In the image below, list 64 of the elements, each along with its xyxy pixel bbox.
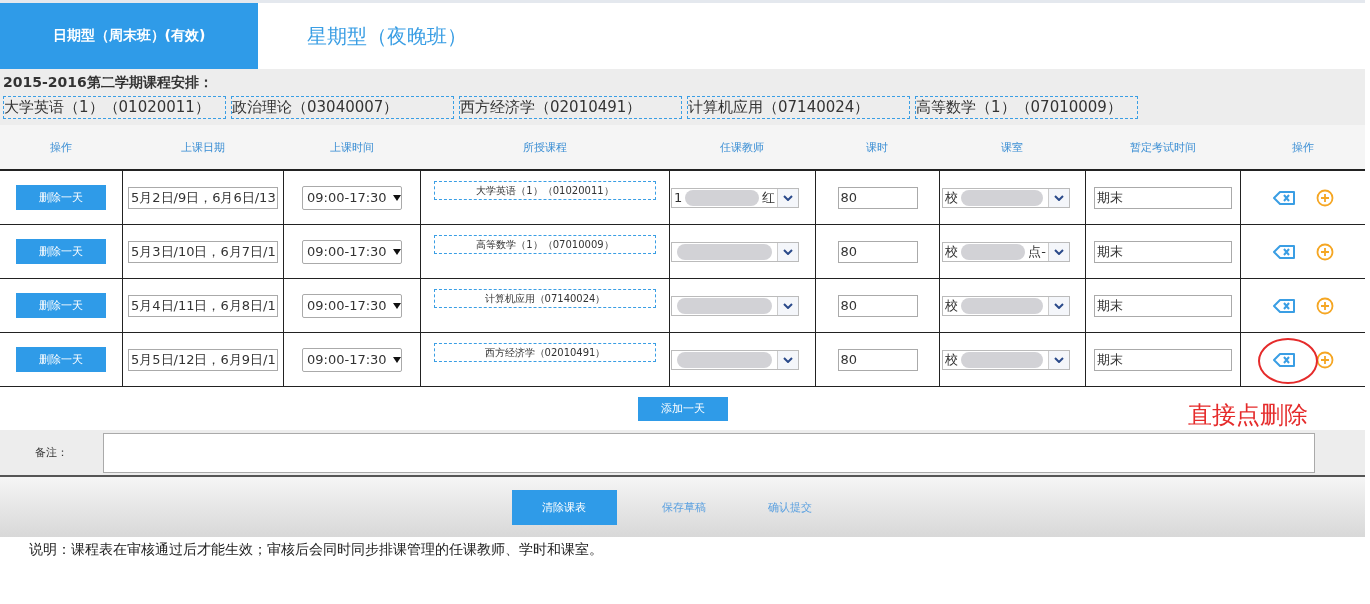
exam-field[interactable]: 期末 [1094, 186, 1232, 209]
teacher-select[interactable] [671, 349, 799, 370]
chevron-down-icon [1054, 356, 1064, 363]
course-chip[interactable]: 高等数学（1）（07010009） [915, 96, 1138, 119]
course-chip[interactable]: 政治理论（03040007） [231, 96, 454, 119]
date-field[interactable]: 5月2日/9日，6月6日/13 [128, 186, 278, 209]
column-header: 上课时间 [329, 139, 374, 155]
chevron-down-icon [783, 248, 793, 255]
remarks-label: 备注： [35, 445, 68, 460]
time-select[interactable]: 09:00-17:30 [302, 239, 402, 264]
chevron-down-icon [1054, 302, 1064, 309]
teacher-select[interactable]: 1 红 [671, 187, 799, 208]
column-header: 课室 [1001, 139, 1023, 155]
course-field[interactable]: 西方经济学（02010491） [434, 343, 656, 362]
column-header: 所授课程 [522, 139, 567, 155]
teacher-select[interactable] [671, 241, 799, 262]
time-select[interactable]: 09:00-17:30 [302, 185, 402, 210]
hours-field[interactable]: 80 [837, 240, 918, 263]
course-field[interactable]: 高等数学（1）（07010009） [434, 235, 656, 254]
column-header: 暂定考试时间 [1129, 139, 1196, 155]
column-header: 操作 [1291, 139, 1314, 155]
course-chip[interactable]: 西方经济学（02010491） [459, 96, 682, 119]
room-select[interactable]: 校 [942, 187, 1070, 208]
column-header: 操作 [50, 139, 72, 155]
course-field[interactable]: 计算机应用（07140024） [434, 289, 656, 308]
teacher-select[interactable] [671, 295, 799, 316]
add-icon[interactable] [1316, 188, 1334, 207]
chevron-down-icon [783, 356, 793, 363]
date-field[interactable]: 5月3日/10日，6月7日/1 [128, 240, 278, 263]
hours-field[interactable]: 80 [837, 348, 918, 371]
delete-icon[interactable] [1272, 351, 1296, 368]
exam-field[interactable]: 期末 [1094, 348, 1232, 371]
chevron-down-icon [1054, 194, 1064, 201]
course-chip[interactable]: 计算机应用（07140024） [687, 96, 910, 119]
column-header: 上课日期 [180, 139, 225, 155]
exam-field[interactable]: 期末 [1094, 240, 1232, 263]
time-select[interactable]: 09:00-17:30 [302, 347, 402, 372]
redaction-blur [961, 243, 1026, 260]
annotation-text: 直接点删除 [1188, 400, 1308, 431]
column-header: 任课教师 [720, 139, 764, 155]
hours-field[interactable]: 80 [837, 186, 918, 209]
column-header: 课时 [866, 139, 888, 155]
delete-icon[interactable] [1272, 189, 1296, 206]
semester-title: 2015-2016第二学期课程安排： [3, 74, 214, 92]
exam-field[interactable]: 期末 [1094, 294, 1232, 317]
course-chip[interactable]: 大学英语（1）（01020011） [3, 96, 226, 119]
room-select[interactable]: 校 [942, 295, 1070, 316]
date-field[interactable]: 5月4日/11日，6月8日/1 [128, 294, 278, 317]
room-select[interactable]: 校 [942, 349, 1070, 370]
add-icon[interactable] [1316, 242, 1334, 261]
remarks-field[interactable] [103, 432, 1315, 473]
add-icon[interactable] [1316, 350, 1334, 369]
date-field[interactable]: 5月5日/12日，6月9日/1 [128, 348, 278, 371]
hours-field[interactable]: 80 [837, 294, 918, 317]
room-select[interactable]: 校 点- [942, 241, 1070, 262]
add-icon[interactable] [1316, 296, 1334, 315]
chevron-down-icon [783, 194, 793, 201]
delete-icon[interactable] [1272, 243, 1296, 260]
delete-icon[interactable] [1272, 297, 1296, 314]
time-select[interactable]: 09:00-17:30 [302, 293, 402, 318]
note-text: 说明：课程表在审核通过后才能生效；审核后会同时同步排课管理的任课教师、学时和课室。 [28, 540, 604, 559]
chevron-down-icon [1054, 248, 1064, 255]
course-field[interactable]: 大学英语（1）（01020011） [434, 181, 656, 200]
chevron-down-icon [783, 302, 793, 309]
